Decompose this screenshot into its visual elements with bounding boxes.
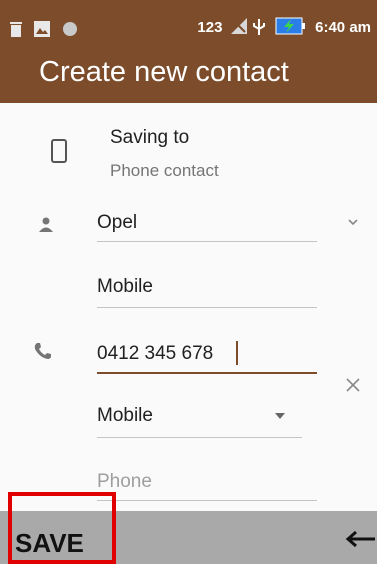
chevron-down-icon[interactable] — [347, 217, 359, 227]
name-field[interactable]: Opel — [97, 212, 137, 234]
phone-icon — [34, 343, 51, 359]
status-right: 123 6:40 am — [197, 17, 371, 39]
trash-icon — [10, 22, 22, 37]
usb-icon — [252, 19, 265, 35]
battery-charging-icon — [275, 17, 305, 35]
image-icon — [34, 21, 50, 37]
network-label: 123 — [197, 19, 223, 36]
phone-number-underline — [97, 372, 317, 374]
saving-to-account[interactable]: Phone contact — [110, 161, 219, 181]
new-phone-underline — [97, 500, 317, 501]
close-icon[interactable] — [346, 378, 360, 392]
phone-number-field[interactable]: 0412 345 678 — [97, 343, 213, 365]
no-signal-icon — [230, 18, 247, 34]
phone-type-dropdown[interactable]: Mobile — [97, 405, 153, 427]
saving-to-label: Saving to — [110, 127, 190, 148]
circle-icon — [63, 22, 77, 36]
company-field-underline — [97, 307, 317, 308]
name-field-underline — [97, 241, 317, 242]
text-cursor — [236, 341, 238, 365]
phone-type-underline — [97, 437, 302, 438]
status-bar: 123 6:40 am — [0, 0, 377, 50]
phone-device-icon — [51, 139, 67, 163]
app-bar: Create new contact — [0, 50, 377, 103]
contact-form: Saving to Phone contact Opel Mobile 0412… — [0, 103, 377, 511]
person-icon — [39, 217, 53, 232]
new-phone-field[interactable]: Phone — [97, 471, 152, 493]
company-field[interactable]: Mobile — [97, 276, 153, 298]
dropdown-arrow-icon[interactable] — [274, 412, 286, 420]
page-title: Create new contact — [39, 56, 289, 88]
arrow-left-icon[interactable] — [345, 531, 375, 547]
status-time: 6:40 am — [315, 19, 371, 36]
save-button-label: SAVE — [15, 528, 84, 558]
